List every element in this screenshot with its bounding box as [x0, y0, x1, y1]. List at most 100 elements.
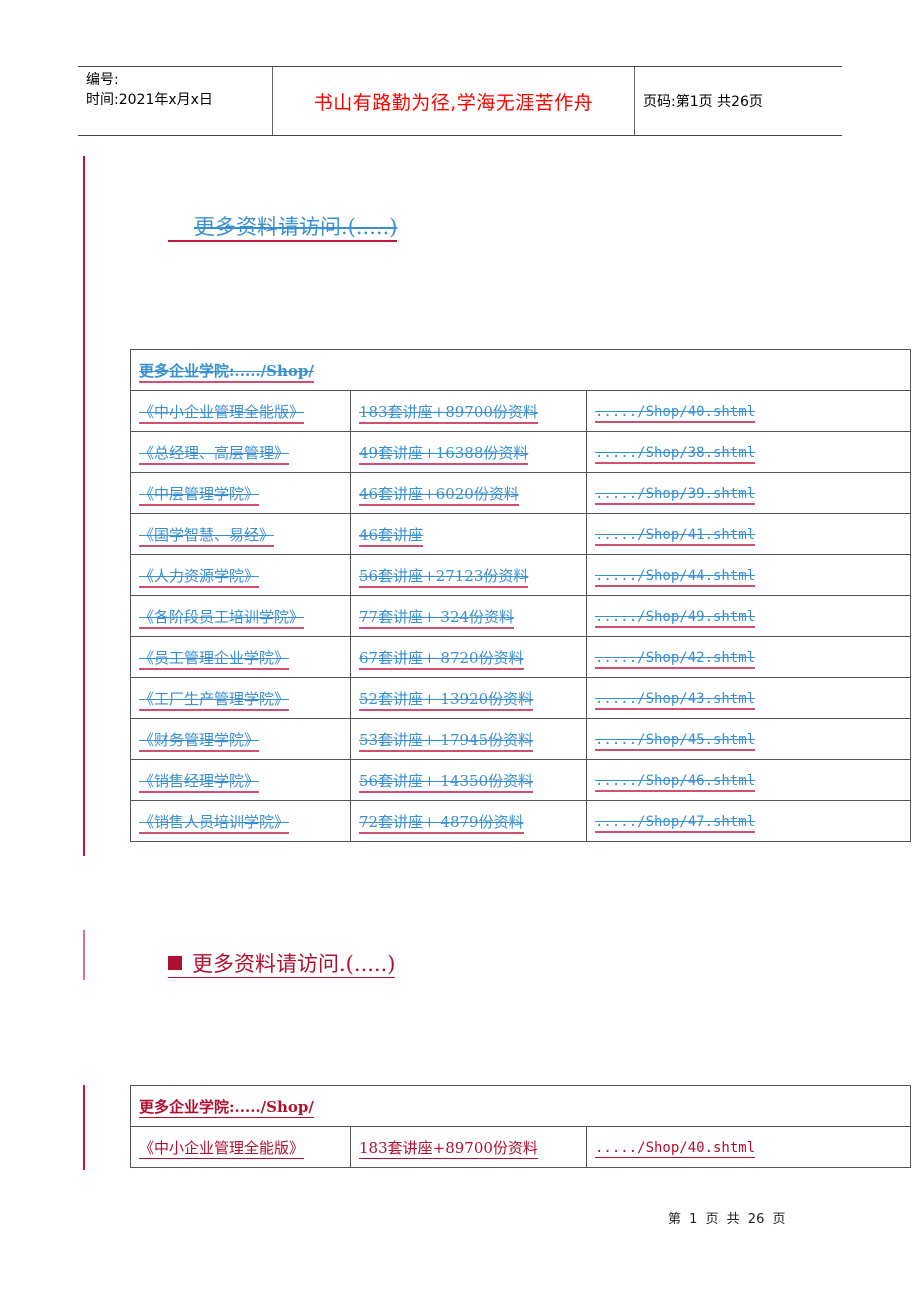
document-number-label: 编号:	[86, 72, 119, 88]
table-cell: 49套讲座+16388份资料	[350, 431, 587, 473]
table-title-row: 更多企业学院:...../Shop/	[130, 1085, 911, 1127]
table-cell: 《中层管理学院》	[130, 472, 351, 514]
course-desc-link[interactable]: 49套讲座+16388份资料	[359, 443, 529, 465]
table-cell: 67套讲座+ 8720份资料	[350, 636, 587, 678]
course-name-link[interactable]: 《财务管理学院》	[139, 730, 260, 752]
course-desc-link[interactable]: 56套讲座+ 14350份资料	[359, 771, 534, 793]
shop-link[interactable]: 更多企业学院:...../Shop/	[139, 1097, 314, 1118]
table-row: 《工厂生产管理学院》 52套讲座+ 13920份资料 ...../Shop/43.s…	[130, 677, 911, 719]
table-row: 《各阶段员工培训学院》 77套讲座+ 324份资料 ...../Shop/49.sh…	[130, 595, 911, 637]
more-resources-link[interactable]: 更多资料请访问.(.....)	[168, 214, 398, 242]
table-cell: 《中小企业管理全能版》	[130, 390, 351, 432]
table-row: 《中小企业管理全能版》 183套讲座+89700份资料 ...../Shop/40.…	[130, 390, 911, 432]
course-name-link[interactable]: 《员工管理企业学院》	[139, 648, 290, 670]
course-desc-link[interactable]: 67套讲座+ 8720份资料	[359, 648, 524, 670]
square-bullet-icon	[168, 956, 182, 970]
table-row: 《国学智慧、易经》 46套讲座 ...../Shop/41.shtml	[130, 513, 911, 555]
course-name-link[interactable]: 《销售人员培训学院》	[139, 812, 290, 834]
course-desc-link[interactable]: 77套讲座+ 324份资料	[359, 607, 515, 629]
table-cell: ...../Shop/41.shtml	[586, 513, 911, 555]
more-resources-link-text: 更多资料请访问.(.....)	[192, 952, 396, 976]
table-cell: 72套讲座+ 4879份资料	[350, 800, 587, 842]
table-row: 《财务管理学院》 53套讲座+ 17945份资料 ...../Shop/45.sht…	[130, 718, 911, 760]
table-cell: ...../Shop/49.shtml	[586, 595, 911, 637]
course-name-link[interactable]: 《各阶段员工培训学院》	[139, 607, 305, 629]
course-name-link[interactable]: 《总经理、高层管理》	[139, 443, 290, 465]
more-resources-link-2[interactable]: 更多资料请访问.(.....)	[168, 951, 396, 978]
table-row: 《销售人员培训学院》 72套讲座+ 4879份资料 ...../Shop/47.sh…	[130, 800, 911, 842]
page-footer: 第 1 页 共 26 页	[668, 1212, 786, 1227]
course-name-link[interactable]: 《人力资源学院》	[139, 566, 260, 588]
table-cell: 《员工管理企业学院》	[130, 636, 351, 678]
course-url-link[interactable]: ...../Shop/44.shtml	[595, 568, 756, 587]
table-cell: 56套讲座+ 14350份资料	[350, 759, 587, 801]
course-url-link[interactable]: ...../Shop/45.shtml	[595, 732, 756, 751]
header-page-info: 页码:第1页 共26页	[643, 94, 763, 110]
course-desc-link[interactable]: 52套讲座+ 13920份资料	[359, 689, 534, 711]
header-meta: 编号: 时间:2021年x月x日	[78, 67, 273, 135]
table-cell: 《财务管理学院》	[130, 718, 351, 760]
page-header: 编号: 时间:2021年x月x日 书山有路勤为径,学海无涯苦作舟 页码:第1页 …	[78, 66, 842, 136]
course-desc-link[interactable]: 183套讲座+89700份资料	[359, 1138, 538, 1159]
revision-bar	[83, 930, 85, 980]
table-cell: 46套讲座	[350, 513, 587, 555]
course-url-link[interactable]: ...../Shop/46.shtml	[595, 773, 756, 792]
table-row: 《人力资源学院》 56套讲座+27123份资料 ...../Shop/44.shtm…	[130, 554, 911, 596]
table-cell: 53套讲座+ 17945份资料	[350, 718, 587, 760]
course-url-link[interactable]: ...../Shop/40.shtml	[595, 1140, 756, 1158]
course-url-link[interactable]: ...../Shop/39.shtml	[595, 486, 756, 505]
course-url-link[interactable]: ...../Shop/49.shtml	[595, 609, 756, 628]
table-cell: 《销售人员培训学院》	[130, 800, 351, 842]
course-name-link[interactable]: 《工厂生产管理学院》	[139, 689, 290, 711]
course-desc-link[interactable]: 46套讲座+6020份资料	[359, 484, 519, 506]
table-cell: ...../Shop/45.shtml	[586, 718, 911, 760]
table-cell: 52套讲座+ 13920份资料	[350, 677, 587, 719]
shop-link[interactable]: 更多企业学院:...../Shop/	[139, 361, 314, 383]
table-cell: ...../Shop/44.shtml	[586, 554, 911, 596]
header-motto: 书山有路勤为径,学海无涯苦作舟	[273, 67, 635, 135]
document-date: 时间:2021年x月x日	[86, 92, 213, 108]
table-cell: 56套讲座+27123份资料	[350, 554, 587, 596]
table-row: 《中层管理学院》 46套讲座+6020份资料 ...../Shop/39.shtml	[130, 472, 911, 514]
course-desc-link[interactable]: 53套讲座+ 17945份资料	[359, 730, 534, 752]
table-cell: 《工厂生产管理学院》	[130, 677, 351, 719]
course-desc-link[interactable]: 46套讲座	[359, 525, 424, 547]
course-url-link[interactable]: ...../Shop/41.shtml	[595, 527, 756, 546]
course-desc-link[interactable]: 183套讲座+89700份资料	[359, 402, 538, 424]
table-cell: 《销售经理学院》	[130, 759, 351, 801]
table-cell: 《人力资源学院》	[130, 554, 351, 596]
course-desc-link[interactable]: 56套讲座+27123份资料	[359, 566, 529, 588]
course-url-link[interactable]: ...../Shop/40.shtml	[595, 404, 756, 423]
course-name-link[interactable]: 《中小企业管理全能版》	[139, 402, 305, 424]
table-cell: ...../Shop/43.shtml	[586, 677, 911, 719]
course-url-link[interactable]: ...../Shop/47.shtml	[595, 814, 756, 833]
revision-bar	[83, 156, 85, 856]
table-row: 《总经理、高层管理》 49套讲座+16388份资料 ...../Shop/38.sh…	[130, 431, 911, 473]
table-row: 《员工管理企业学院》 67套讲座+ 8720份资料 ...../Shop/42.sh…	[130, 636, 911, 678]
course-url-link[interactable]: ...../Shop/42.shtml	[595, 650, 756, 669]
table-cell: 183套讲座+89700份资料	[350, 1126, 587, 1168]
table-cell: ...../Shop/38.shtml	[586, 431, 911, 473]
table-title-cell: 更多企业学院:...../Shop/	[130, 349, 911, 391]
table-cell: 《总经理、高层管理》	[130, 431, 351, 473]
table-row: 《销售经理学院》 56套讲座+ 14350份资料 ...../Shop/46.sht…	[130, 759, 911, 801]
table-cell: ...../Shop/42.shtml	[586, 636, 911, 678]
course-url-link[interactable]: ...../Shop/38.shtml	[595, 445, 756, 464]
course-url-link[interactable]: ...../Shop/43.shtml	[595, 691, 756, 710]
courses-table: 更多企业学院:...../Shop/ 《中小企业管理全能版》 183套讲座+897…	[130, 349, 911, 842]
table-title-row: 更多企业学院:...../Shop/	[130, 349, 911, 391]
course-desc-link[interactable]: 72套讲座+ 4879份资料	[359, 812, 524, 834]
table-cell: 《国学智慧、易经》	[130, 513, 351, 555]
table-cell: 46套讲座+6020份资料	[350, 472, 587, 514]
table-cell: ...../Shop/46.shtml	[586, 759, 911, 801]
revision-bar	[83, 1085, 85, 1170]
table-cell: 183套讲座+89700份资料	[350, 390, 587, 432]
course-name-link[interactable]: 《国学智慧、易经》	[139, 525, 275, 547]
table-title-cell: 更多企业学院:...../Shop/	[130, 1085, 911, 1127]
table-cell: 77套讲座+ 324份资料	[350, 595, 587, 637]
course-name-link[interactable]: 《中小企业管理全能版》	[139, 1138, 305, 1159]
course-name-link[interactable]: 《中层管理学院》	[139, 484, 260, 506]
table-cell: ...../Shop/40.shtml	[586, 390, 911, 432]
course-name-link[interactable]: 《销售经理学院》	[139, 771, 260, 793]
table-row: 《中小企业管理全能版》 183套讲座+89700份资料 ...../Shop/40.…	[130, 1126, 911, 1168]
